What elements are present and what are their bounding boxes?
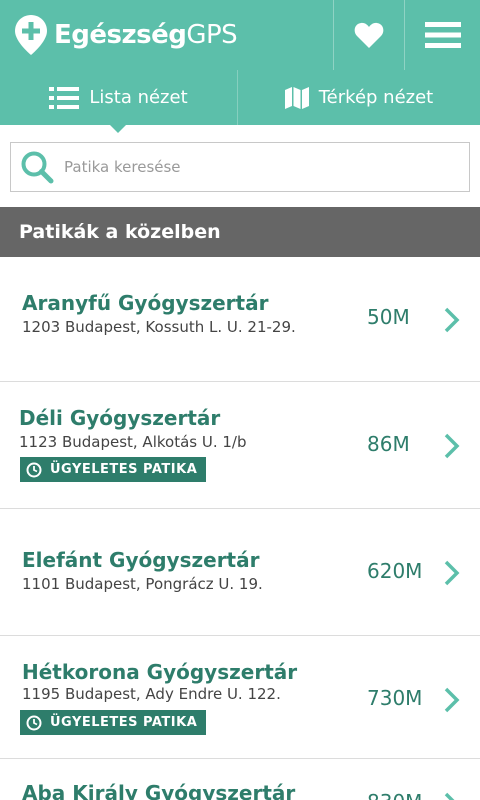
on-duty-badge: ÜGYELETES PATIKA	[20, 710, 207, 735]
app-title-light: GPS	[186, 20, 238, 50]
clock-icon	[26, 462, 42, 478]
search-input[interactable]	[64, 158, 454, 176]
on-duty-label: ÜGYELETES PATIKA	[50, 715, 198, 730]
on-duty-label: ÜGYELETES PATIKA	[50, 462, 198, 477]
active-tab-pointer	[110, 125, 126, 133]
pharmacy-distance: 730M	[367, 686, 423, 710]
pharmacy-name: Aba Király Gyógyszertár	[22, 781, 296, 800]
list-item[interactable]: Hétkorona Gyógyszertár 1195 Budapest, Ad…	[0, 636, 480, 759]
chevron-right-icon	[444, 307, 460, 333]
tab-list-view[interactable]: Lista nézet	[0, 70, 237, 125]
pharmacy-distance: 86M	[367, 432, 410, 456]
hamburger-menu-icon	[424, 22, 461, 48]
favorites-button[interactable]	[334, 0, 404, 70]
pharmacy-address: 1203 Budapest, Kossuth L. U. 21-29.	[22, 318, 296, 336]
map-icon	[284, 86, 309, 109]
pharmacy-name: Hétkorona Gyógyszertár	[22, 660, 298, 684]
heart-icon	[354, 22, 384, 48]
chevron-right-icon	[444, 792, 455, 800]
app-logo[interactable]: EgészségGPS	[14, 14, 238, 56]
search-icon	[21, 151, 54, 184]
tab-map-view-label: Térkép nézet	[318, 87, 434, 108]
app-title-bold: Egészség	[54, 20, 187, 50]
on-duty-badge: ÜGYELETES PATIKA	[20, 457, 207, 482]
app-header: EgészségGPS	[0, 0, 480, 70]
list-item[interactable]: Aba Király Gyógyszertár 830M	[0, 759, 480, 800]
chevron-right-icon	[444, 687, 460, 713]
view-tabs: Lista nézet Térkép nézet	[0, 70, 480, 125]
pharmacy-distance: 830M	[367, 790, 422, 800]
menu-button[interactable]	[405, 0, 480, 70]
list-item[interactable]: Déli Gyógyszertár 1123 Budapest, Alkotás…	[0, 382, 480, 509]
pharmacy-name: Déli Gyógyszertár	[19, 406, 221, 430]
pharmacy-name: Aranyfű Gyógyszertár	[22, 291, 269, 315]
chevron-right-icon	[444, 433, 460, 459]
pharmacy-distance: 50M	[367, 305, 410, 329]
chevron-right-icon	[444, 560, 460, 586]
list-item[interactable]: Elefánt Gyógyszertár 1101 Budapest, Pong…	[0, 509, 480, 636]
list-icon	[49, 86, 80, 109]
location-plus-icon	[15, 15, 47, 55]
search-box[interactable]	[10, 142, 470, 192]
pharmacy-address: 1101 Budapest, Pongrácz U. 19.	[22, 575, 263, 593]
pharmacy-distance: 620M	[367, 559, 423, 583]
pharmacy-address: 1123 Budapest, Alkotás U. 1/b	[19, 433, 247, 451]
app-title: EgészségGPS	[54, 20, 238, 50]
tab-list-view-label: Lista nézet	[89, 87, 188, 108]
list-item[interactable]: Aranyfű Gyógyszertár 1203 Budapest, Koss…	[0, 257, 480, 382]
section-title: Patikák a közelben	[0, 207, 480, 257]
pharmacy-name: Elefánt Gyógyszertár	[22, 548, 260, 572]
tab-map-view[interactable]: Térkép nézet	[238, 70, 480, 125]
pharmacy-address: 1195 Budapest, Ady Endre U. 122.	[22, 685, 281, 703]
clock-icon	[26, 715, 42, 731]
